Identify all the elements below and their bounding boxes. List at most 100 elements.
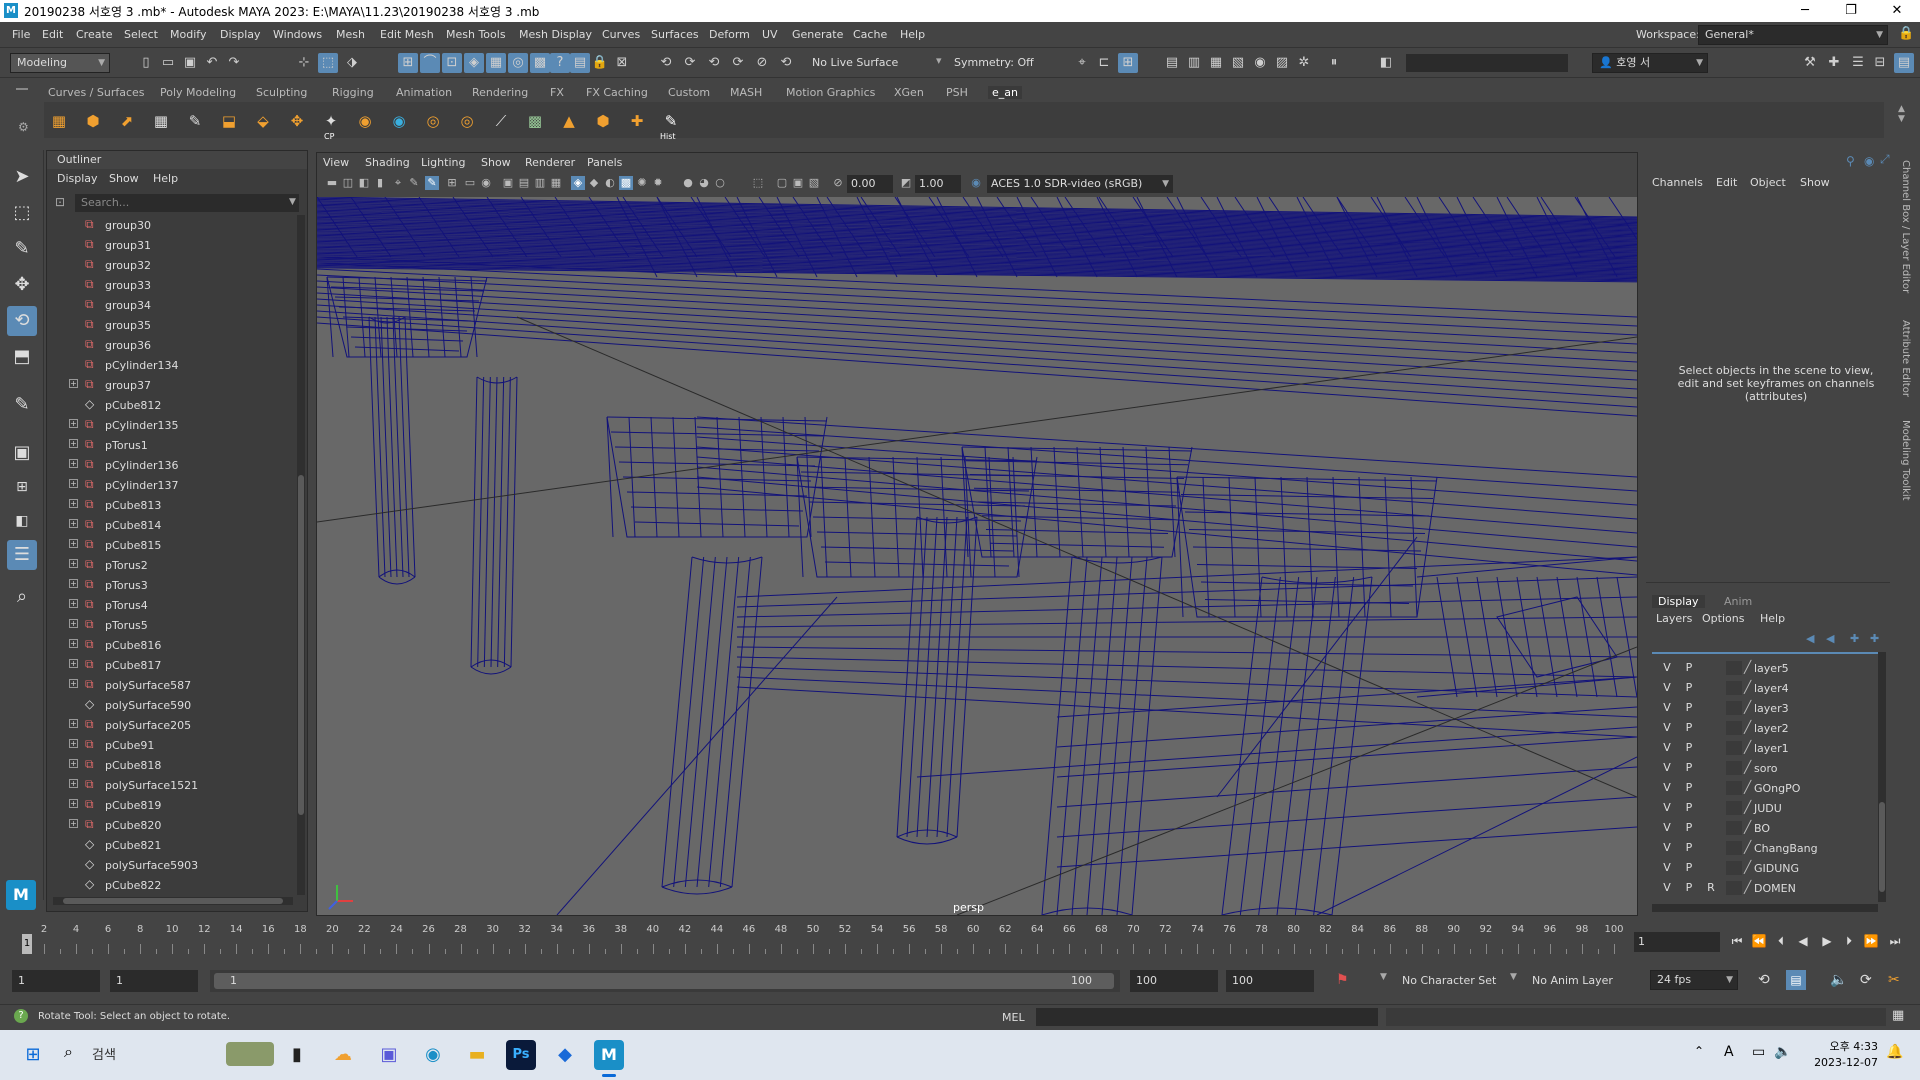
layers-torus-icon[interactable]: ◎ [454,108,480,134]
poly-cube-icon[interactable]: ⬢ [80,108,106,134]
paint-select-icon[interactable]: ✎ [7,234,37,264]
menu-surfaces[interactable]: Surfaces [651,28,699,41]
layer-reference-toggle[interactable] [1704,801,1718,815]
layer-visibility-toggle[interactable]: V [1660,681,1674,695]
layer-row[interactable]: V P ╱ layer5 [1652,658,1878,678]
expand-icon[interactable]: + [69,559,78,568]
outliner-item[interactable]: + ⧉ pCube820 [47,815,287,835]
expand-icon[interactable]: + [69,499,78,508]
expand-icon[interactable]: + [69,439,78,448]
layer-scrollbar[interactable] [1878,652,1886,902]
shelf-tab-fx[interactable]: FX [550,86,564,99]
layer-playback-toggle[interactable]: P [1682,841,1696,855]
output-ops-icon[interactable]: ⟲ [704,53,724,73]
snap-plane-icon[interactable]: ▤ [570,53,590,73]
layer-row[interactable]: V P ╱ soro [1652,758,1878,778]
channel-menu-show[interactable]: Show [1800,176,1830,189]
expand-icon[interactable]: + [69,639,78,648]
viewport-menu-view[interactable]: View [323,156,349,169]
menu-windows[interactable]: Windows [273,28,322,41]
settings-icon[interactable]: ◉ [1864,154,1874,168]
layer-tab-anim[interactable]: Anim [1724,595,1752,608]
expand-icon[interactable]: + [69,659,78,668]
save-scene-icon[interactable]: ▣ [180,53,200,73]
snap-view-icon[interactable]: ◈ [464,53,484,73]
taskbar-date[interactable]: 2023-12-07 [1812,1056,1878,1069]
hypershade-icon[interactable]: ◉ [1250,53,1270,73]
expand-icon[interactable]: + [69,379,78,388]
expand-icon[interactable]: + [69,779,78,788]
layer-reference-toggle[interactable] [1704,681,1718,695]
textured-icon[interactable]: ▩ [619,176,633,190]
layer-row[interactable]: V P ╱ GIDUNG [1652,858,1878,878]
layer-color-swatch[interactable] [1726,741,1742,755]
minimize-button[interactable]: ─ [1782,0,1828,22]
layer-visibility-toggle[interactable]: V [1660,701,1674,715]
select-object-icon[interactable]: ⬚ [318,53,338,73]
outliner-item[interactable]: + ⧉ pTorus4 [47,595,287,615]
camera-attributes-icon[interactable]: ◫ [341,176,355,190]
grid-toggle-icon[interactable]: ⊞ [445,176,459,190]
viewport-menu-shading[interactable]: Shading [365,156,410,169]
open-scene-icon[interactable]: ▭ [158,53,178,73]
expand-icon[interactable]: + [69,719,78,728]
snap-point-icon[interactable]: ⊡ [442,53,462,73]
step-forward-key-icon[interactable]: ⏵ [1840,932,1858,950]
move-tool-icon[interactable]: ✥ [7,270,37,300]
layer-row[interactable]: V P ╱ layer4 [1652,678,1878,698]
plane-icon[interactable]: ✚ [624,108,650,134]
menu-curves[interactable]: Curves [602,28,640,41]
edge-icon[interactable]: ◉ [418,1040,448,1070]
outliner-item[interactable]: ⧉ group35 [47,315,287,335]
layer-playback-toggle[interactable]: P [1682,721,1696,735]
xray-icon[interactable]: ▢ [775,176,789,190]
shelf-tab-mash[interactable]: MASH [730,86,762,99]
outliner-layout-icon[interactable]: ☰ [7,540,37,570]
outliner-vertical-scrollbar[interactable] [297,215,305,895]
maximize-button[interactable]: ❐ [1828,0,1874,22]
layer-row[interactable]: V P ╱ ChangBang [1652,838,1878,858]
lock-selection-icon[interactable]: 🔒 [590,53,610,73]
layer-playback-toggle[interactable]: P [1682,701,1696,715]
edit-tool-icon[interactable]: ✎ [182,108,208,134]
wireframe-on-shaded-icon[interactable]: ◐ [603,176,617,190]
symmetry-label[interactable]: Symmetry: Off [954,56,1034,69]
camera-select-icon[interactable]: ▬ [325,176,339,190]
film-gate-icon[interactable]: ▭ [463,176,477,190]
layer-playback-toggle[interactable]: P [1682,661,1696,675]
separate-icon[interactable]: ✥ [284,108,310,134]
lock-icon[interactable]: 🔒 [1898,26,1914,41]
expand-icon[interactable]: + [69,419,78,428]
expand-icon[interactable]: + [69,759,78,768]
shelf-scroll-icon[interactable]: ▲ ▼ [1898,104,1905,124]
chevron-down-icon[interactable]: ▼ [289,197,296,207]
outliner-item[interactable]: ⧉ group30 [47,215,287,235]
outliner-item[interactable]: + ⧉ pTorus3 [47,575,287,595]
layer-color-swatch[interactable] [1726,721,1742,735]
layer-row[interactable]: V P ╱ layer3 [1652,698,1878,718]
outliner-item[interactable]: + ⧉ pCube817 [47,655,287,675]
shelf-tab-custom[interactable]: Custom [668,86,710,99]
input-ops-icon[interactable]: ⟳ [680,53,700,73]
snap-curve-icon[interactable]: ⌒ [420,53,440,73]
outliner-hscroll-thumb[interactable] [63,898,283,904]
last-tool-icon[interactable]: ✎ [7,390,37,420]
user-dropdown[interactable]: 👤 호영 서 ▼ [1592,53,1708,73]
shelf-tab-psh[interactable]: PSH [946,86,968,99]
tool-settings-icon[interactable]: ⊟ [1870,53,1890,73]
outliner-item[interactable]: + ⧉ pCylinder137 [47,475,287,495]
character-controls-icon[interactable]: ✚ [1824,53,1844,73]
attribute-editor-icon[interactable]: ☰ [1848,53,1868,73]
auto-key-icon[interactable]: ⚑ [1336,972,1349,988]
shelf-menu-icon[interactable] [16,88,28,92]
light-editor-icon[interactable]: ✲ [1294,53,1314,73]
move-layer-up-icon[interactable]: ◀ [1806,632,1814,645]
layer-reference-toggle[interactable] [1704,701,1718,715]
render-view-icon[interactable]: ▤ [1162,53,1182,73]
paint-tool-icon[interactable]: ⟋ [488,108,514,134]
outliner-item[interactable]: + ⧉ pCube816 [47,635,287,655]
side-tab-attribute-editor[interactable]: Attribute Editor [1900,320,1911,397]
layer-visibility-toggle[interactable]: V [1660,881,1674,895]
playback-end-field[interactable]: 100 [1130,970,1218,992]
layer-row[interactable]: V P R ╱ DOMEN [1652,878,1878,898]
